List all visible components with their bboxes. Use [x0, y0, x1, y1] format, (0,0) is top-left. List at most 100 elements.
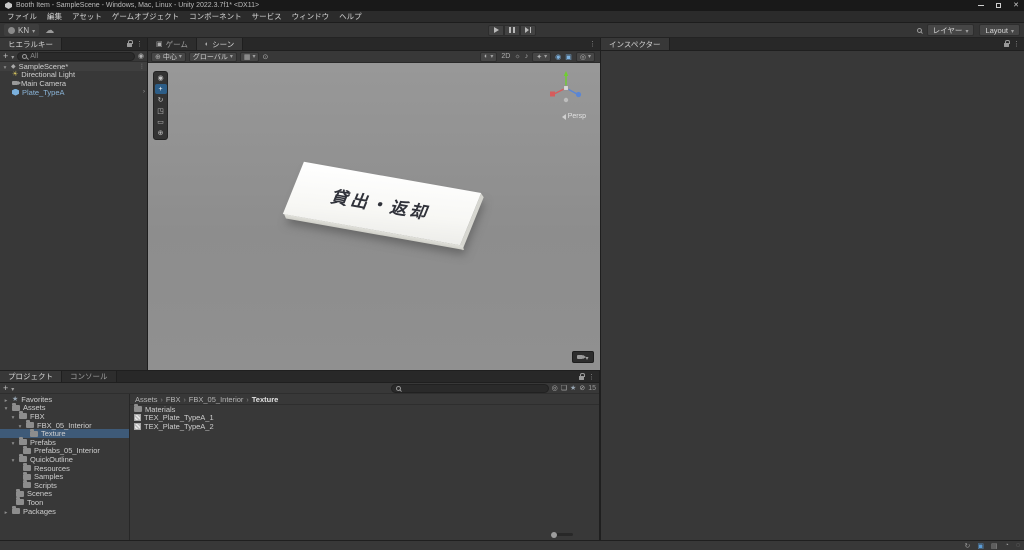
- hierarchy-search-input[interactable]: All: [17, 51, 135, 61]
- project-tree-item-quickoutline[interactable]: QuickOutline: [0, 454, 129, 464]
- project-tree-item-fbx[interactable]: FBX: [0, 411, 129, 421]
- kebab-menu-icon[interactable]: ⋮: [588, 373, 595, 381]
- hierarchy-item-main-camera[interactable]: Main Camera: [0, 79, 147, 88]
- notifications-bell-icon[interactable]: ◔: [1005, 542, 1009, 549]
- tab-project[interactable]: プロジェクト: [0, 371, 62, 382]
- menu-window[interactable]: ウィンドウ: [287, 11, 335, 22]
- kebab-menu-icon[interactable]: ⋮: [136, 40, 143, 48]
- tool-pivot-dropdown[interactable]: ⊕ 中心: [151, 51, 186, 62]
- menu-file[interactable]: ファイル: [2, 11, 42, 22]
- draw-mode-dropdown[interactable]: ◐: [480, 51, 498, 62]
- project-tree-item-samples[interactable]: Samples: [0, 471, 129, 481]
- camera-preview-toggle[interactable]: [572, 351, 594, 363]
- project-tree-item-toon[interactable]: Toon: [0, 497, 129, 507]
- kebab-menu-icon[interactable]: ⋮: [1013, 40, 1020, 48]
- add-gameobject-button[interactable]: +: [3, 52, 8, 61]
- orientation-gizmo[interactable]: [546, 69, 586, 109]
- chevron-down-icon[interactable]: [11, 52, 14, 61]
- toggle-2d-button[interactable]: 2D: [501, 53, 510, 60]
- minimize-button[interactable]: [978, 5, 985, 6]
- menu-component[interactable]: コンポーネント: [184, 11, 247, 22]
- breadcrumb-fbx-05-interior[interactable]: FBX_05_Interior: [189, 395, 244, 404]
- foldout-arrow-icon[interactable]: [10, 412, 16, 421]
- grid-visibility-dropdown[interactable]: ▦: [239, 51, 260, 62]
- close-button[interactable]: ✕: [1013, 2, 1019, 9]
- search-icon[interactable]: [916, 27, 922, 33]
- tab-game[interactable]: ▣ ゲーム: [148, 38, 197, 50]
- foldout-arrow-icon[interactable]: [3, 403, 9, 412]
- project-tree-item-resources[interactable]: Resources: [0, 463, 129, 473]
- hierarchy-item-plate-typea[interactable]: Plate_TypeA ›: [0, 88, 147, 97]
- project-tree-item-prefabs[interactable]: Prefabs: [0, 437, 129, 447]
- menu-assets[interactable]: アセット: [67, 11, 107, 22]
- console-status-icon[interactable]: ▤: [991, 542, 998, 550]
- view-tool-button[interactable]: ◉: [155, 73, 167, 83]
- transform-tool-button[interactable]: ⊕: [155, 128, 167, 138]
- layout-dropdown[interactable]: Layout: [979, 24, 1020, 36]
- scale-tool-button[interactable]: ◳: [155, 106, 167, 116]
- project-tree-item-favorites[interactable]: ★ Favorites: [0, 395, 129, 404]
- maximize-button[interactable]: [996, 3, 1002, 8]
- search-by-type-icon[interactable]: ◎: [552, 384, 558, 392]
- foldout-arrow-icon[interactable]: [3, 507, 9, 516]
- lock-icon[interactable]: [127, 40, 133, 47]
- project-file-tex-plate-typea-2[interactable]: TEX_Plate_TypeA_2: [130, 422, 599, 431]
- effects-dropdown[interactable]: ✦: [532, 51, 552, 62]
- move-tool-button[interactable]: +: [154, 84, 167, 94]
- kebab-menu-icon[interactable]: ⋮: [139, 63, 145, 70]
- hierarchy-item-directional-light[interactable]: ☀ Directional Light: [0, 70, 147, 79]
- foldout-arrow-icon[interactable]: [2, 62, 8, 71]
- project-tree-item-fbx-05-interior[interactable]: FBX_05_Interior: [0, 420, 129, 430]
- cloud-services-icon[interactable]: ☁: [45, 25, 54, 35]
- scene-visibility-eye-icon[interactable]: ◉: [555, 53, 561, 61]
- slider-handle[interactable]: [551, 531, 557, 538]
- background-tasks-icon[interactable]: ◌: [1016, 542, 1020, 549]
- breadcrumb-fbx[interactable]: FBX: [166, 395, 181, 404]
- create-asset-button[interactable]: +: [3, 384, 8, 393]
- menu-edit[interactable]: 編集: [42, 11, 67, 22]
- foldout-arrow-icon[interactable]: [17, 421, 23, 430]
- search-favorites-icon[interactable]: ★: [570, 385, 576, 392]
- gizmos-dropdown[interactable]: ◎: [575, 51, 595, 62]
- tab-scene[interactable]: ◐ シーン: [196, 38, 244, 50]
- tab-hierarchy[interactable]: ヒエラルキー: [0, 38, 62, 50]
- scene-audio-icon[interactable]: ♪: [525, 53, 529, 60]
- tab-inspector[interactable]: インスペクター: [601, 38, 670, 50]
- scene-object-plate[interactable]: 貸出・返却: [282, 161, 482, 246]
- projection-toggle[interactable]: Persp: [561, 113, 586, 120]
- layers-dropdown[interactable]: レイヤー: [926, 24, 975, 36]
- account-dropdown[interactable]: KN: [4, 24, 40, 36]
- rotate-tool-button[interactable]: ↻: [155, 95, 167, 105]
- menu-help[interactable]: ヘルプ: [334, 11, 367, 22]
- hierarchy-scene-row[interactable]: ◆ SampleScene* ⋮: [0, 62, 147, 71]
- project-file-materials[interactable]: Materials: [130, 404, 599, 414]
- foldout-arrow-icon[interactable]: [10, 455, 16, 464]
- tab-console[interactable]: コンソール: [62, 371, 117, 382]
- menu-gameobject[interactable]: ゲームオブジェクト: [107, 11, 184, 22]
- project-tree-item-packages[interactable]: Packages: [0, 506, 129, 516]
- kebab-menu-icon[interactable]: ⋮: [589, 40, 596, 48]
- project-search-input[interactable]: [390, 383, 549, 393]
- scene-viewport[interactable]: ◉ + ↻ ◳ ▭ ⊕ Persp 貸出・返却 ▾: [148, 63, 600, 370]
- auto-refresh-icon[interactable]: ↻: [964, 542, 970, 550]
- chevron-down-icon[interactable]: [11, 384, 14, 393]
- step-button[interactable]: [520, 24, 536, 36]
- lock-icon[interactable]: [1004, 40, 1010, 47]
- prefab-children-chevron-icon[interactable]: ›: [143, 89, 145, 95]
- breadcrumb-assets[interactable]: Assets: [135, 395, 158, 404]
- hidden-packages-icon[interactable]: ⊘: [579, 384, 585, 392]
- snap-icon[interactable]: ⊙: [262, 53, 268, 61]
- project-file-tex-plate-typea-1[interactable]: TEX_Plate_TypeA_1: [130, 413, 599, 422]
- foldout-arrow-icon[interactable]: [10, 438, 16, 447]
- scene-visibility-icon[interactable]: ◉: [138, 52, 144, 60]
- breadcrumb-texture[interactable]: Texture: [252, 395, 279, 404]
- lock-icon[interactable]: [579, 372, 585, 380]
- pause-button[interactable]: [504, 24, 520, 36]
- scene-lighting-icon[interactable]: ☼: [514, 53, 520, 60]
- camera-settings-icon[interactable]: ▣: [565, 53, 572, 61]
- search-by-label-icon[interactable]: ❏: [561, 384, 567, 392]
- play-button[interactable]: [488, 24, 504, 36]
- tool-orientation-dropdown[interactable]: グローバル: [188, 51, 237, 62]
- cache-server-icon[interactable]: ▣: [977, 542, 984, 550]
- menu-services[interactable]: サービス: [247, 11, 287, 22]
